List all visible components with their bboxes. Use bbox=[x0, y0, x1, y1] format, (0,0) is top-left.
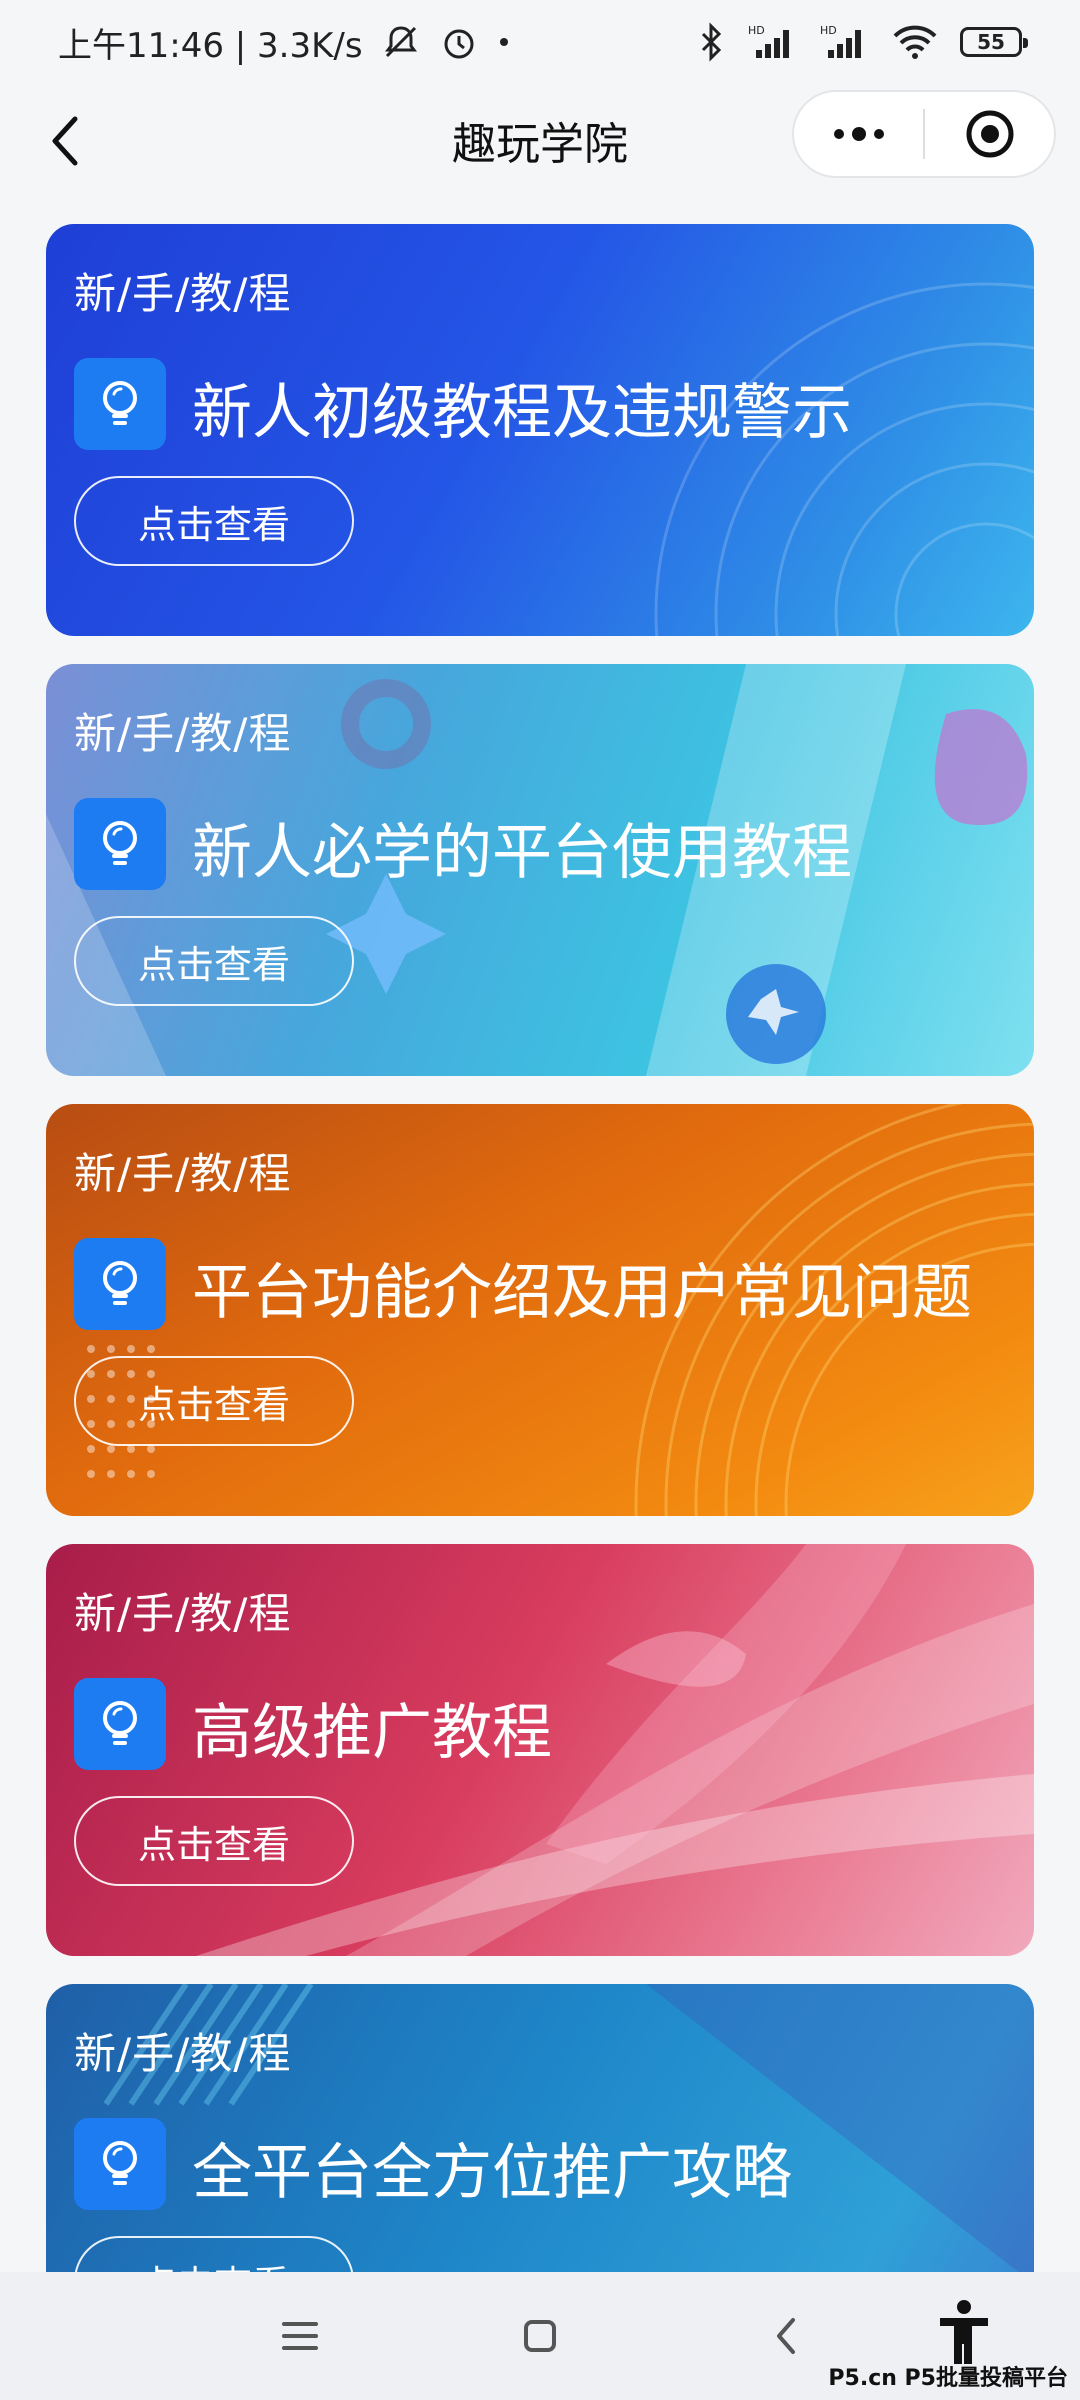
tutorial-card[interactable]: 新/手/教/程 新人初级教程及违规警示 点击查看 bbox=[46, 224, 1034, 636]
lightbulb-icon bbox=[74, 1238, 166, 1330]
status-time: 上午11:46 | 3.3K/s bbox=[58, 25, 363, 66]
battery-icon: 55 bbox=[960, 27, 1028, 57]
card-title: 新人必学的平台使用教程 bbox=[192, 818, 852, 888]
watermark-text: P5.cn P5批量投稿平台 bbox=[828, 2366, 1068, 2391]
tutorial-card[interactable]: 新/手/教/程 平台功能介绍及用户常见问题 点击查看 bbox=[46, 1104, 1034, 1516]
view-button[interactable]: 点击查看 bbox=[74, 476, 354, 566]
signal-hd-icon-1: HD bbox=[748, 22, 798, 62]
lightbulb-icon bbox=[74, 798, 166, 890]
back-button[interactable] bbox=[30, 106, 100, 176]
status-bar: 上午11:46 | 3.3K/s HD HD 55 bbox=[0, 0, 1080, 84]
card-title: 全平台全方位推广攻略 bbox=[192, 2138, 792, 2208]
bluetooth-icon bbox=[696, 22, 726, 62]
lightbulb-icon bbox=[74, 2118, 166, 2210]
dot-icon bbox=[497, 35, 511, 49]
card-title: 高级推广教程 bbox=[192, 1698, 552, 1768]
status-right: HD HD 55 bbox=[696, 22, 1028, 62]
signal-hd-icon-2: HD bbox=[820, 22, 870, 62]
view-button[interactable]: 点击查看 bbox=[74, 1796, 354, 1886]
lightbulb-icon bbox=[74, 1678, 166, 1770]
home-square-icon bbox=[524, 2320, 556, 2352]
system-navigation-bar: P5.cn P5批量投稿平台 bbox=[0, 2272, 1080, 2400]
status-left: 上午11:46 | 3.3K/s bbox=[58, 18, 511, 67]
mini-program-capsule bbox=[792, 90, 1056, 178]
back-arrow-icon bbox=[777, 2318, 795, 2354]
wifi-icon bbox=[892, 22, 938, 62]
menu-icon bbox=[282, 2322, 318, 2350]
card-tag: 新/手/教/程 bbox=[74, 1589, 292, 1638]
alarm-icon bbox=[439, 22, 479, 62]
accessibility-button[interactable] bbox=[934, 2296, 994, 2368]
more-dots-icon bbox=[833, 127, 884, 141]
target-icon bbox=[966, 110, 1013, 158]
card-tag: 新/手/教/程 bbox=[74, 1149, 292, 1198]
menu-button[interactable] bbox=[270, 2306, 330, 2366]
home-button[interactable] bbox=[510, 2306, 570, 2366]
nav-bar: 趣玩学院 bbox=[0, 84, 1080, 196]
tutorial-card[interactable]: 新/手/教/程 新人必学的平台使用教程 点击查看 bbox=[46, 664, 1034, 1076]
card-title: 平台功能介绍及用户常见问题 bbox=[192, 1258, 972, 1328]
card-tag: 新/手/教/程 bbox=[74, 709, 292, 758]
lightbulb-icon bbox=[74, 358, 166, 450]
tutorial-card[interactable]: 新/手/教/程 高级推广教程 点击查看 bbox=[46, 1544, 1034, 1956]
card-title: 新人初级教程及违规警示 bbox=[192, 378, 852, 448]
card-tag: 新/手/教/程 bbox=[74, 2029, 292, 2078]
svg-text:HD: HD bbox=[820, 24, 837, 37]
tutorial-card-list: 新/手/教/程 新人初级教程及违规警示 点击查看 新/手/教/程 新人必学的平台… bbox=[46, 224, 1034, 2400]
close-mini-program-button[interactable] bbox=[925, 92, 1054, 176]
more-button[interactable] bbox=[794, 92, 923, 176]
svg-text:HD: HD bbox=[748, 24, 765, 37]
mute-icon bbox=[381, 22, 421, 62]
card-tag: 新/手/教/程 bbox=[74, 269, 292, 318]
accessibility-person-icon bbox=[940, 2300, 988, 2364]
system-back-button[interactable] bbox=[756, 2306, 816, 2366]
view-button[interactable]: 点击查看 bbox=[74, 1356, 354, 1446]
view-button[interactable]: 点击查看 bbox=[74, 916, 354, 1006]
chevron-left-icon bbox=[52, 116, 78, 166]
